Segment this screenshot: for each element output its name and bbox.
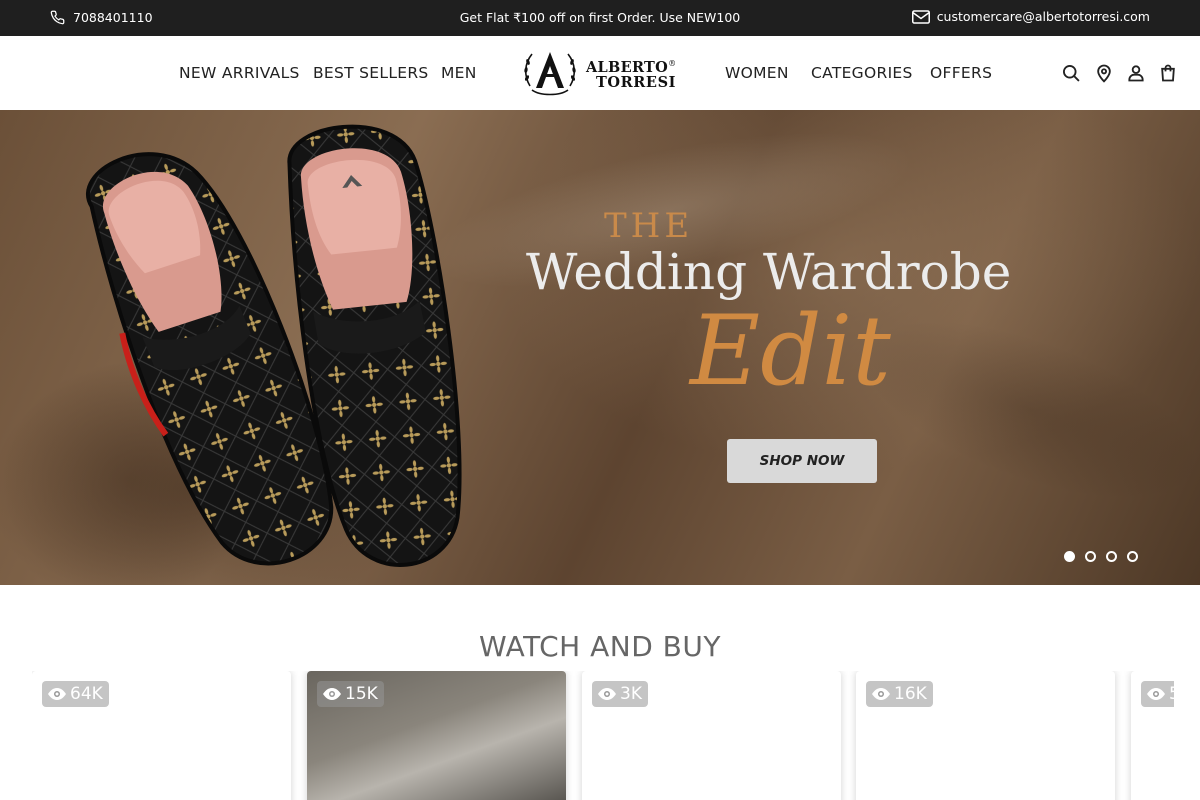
view-count-badge: 64K — [42, 681, 109, 707]
carousel-dot-3[interactable] — [1106, 551, 1117, 562]
shop-now-button[interactable]: SHOP NOW — [727, 439, 877, 483]
view-count: 15K — [345, 684, 378, 704]
view-count-badge: 5 — [1141, 681, 1174, 707]
site-header: NEW ARRIVALS BEST SELLERS MEN ALBERTO® T… — [0, 36, 1200, 110]
view-count-badge: 15K — [317, 681, 384, 707]
email-address: customercare@albertotorresi.com — [936, 9, 1150, 24]
carousel-dot-4[interactable] — [1127, 551, 1138, 562]
eye-icon — [323, 688, 341, 700]
eye-icon — [1147, 688, 1165, 700]
brand-logo[interactable]: ALBERTO® TORRESI — [520, 46, 682, 100]
loafer-shoes-image — [86, 124, 462, 567]
view-count: 5 — [1169, 684, 1174, 704]
carousel-dot-2[interactable] — [1085, 551, 1096, 562]
view-count-badge: 3K — [592, 681, 648, 707]
carousel-dots — [1064, 551, 1138, 562]
eye-icon — [48, 688, 66, 700]
video-card[interactable]: 16K — [856, 671, 1115, 800]
registered-mark: ® — [668, 59, 677, 69]
nav-women[interactable]: WOMEN — [725, 64, 789, 82]
hero-banner[interactable]: THE Wedding Wardrobe Edit SHOP NOW — [0, 110, 1200, 585]
nav-categories[interactable]: CATEGORIES — [811, 64, 913, 82]
eye-icon — [872, 688, 890, 700]
view-count: 16K — [894, 684, 927, 704]
mail-icon — [911, 9, 930, 24]
hero-title: Wedding Wardrobe — [526, 243, 1012, 301]
hero-kicker: THE — [604, 206, 694, 246]
brand-wordmark: ALBERTO® TORRESI — [586, 56, 676, 90]
email-link[interactable]: customercare@albertotorresi.com — [911, 9, 1150, 24]
view-count: 64K — [70, 684, 103, 704]
view-count: 3K — [620, 684, 642, 704]
location-pin-icon[interactable] — [1094, 63, 1114, 83]
video-card[interactable]: 5 — [1131, 671, 1174, 800]
laurel-emblem-icon — [520, 46, 580, 100]
search-icon[interactable] — [1061, 63, 1081, 83]
video-carousel: 64K 15K 3K 16K 5 — [32, 671, 1174, 800]
user-icon[interactable] — [1126, 63, 1146, 83]
hero-script-text: Edit — [690, 295, 891, 407]
cart-icon[interactable] — [1158, 63, 1178, 83]
eye-icon — [598, 688, 616, 700]
video-card[interactable]: 64K — [32, 671, 291, 800]
announcement-bar: 7088401110 Get Flat ₹100 off on first Or… — [0, 0, 1200, 36]
nav-offers[interactable]: OFFERS — [930, 64, 992, 82]
nav-best-sellers[interactable]: BEST SELLERS — [313, 64, 429, 82]
video-card[interactable]: 15K — [307, 671, 566, 800]
nav-men[interactable]: MEN — [441, 64, 477, 82]
watch-and-buy-title: WATCH AND BUY — [479, 630, 721, 663]
carousel-dot-1[interactable] — [1064, 551, 1075, 562]
nav-new-arrivals[interactable]: NEW ARRIVALS — [179, 64, 300, 82]
video-card[interactable]: 3K — [582, 671, 841, 800]
view-count-badge: 16K — [866, 681, 933, 707]
brand-line-2: TORRESI — [596, 73, 677, 91]
fabric-shadow — [836, 282, 1200, 538]
